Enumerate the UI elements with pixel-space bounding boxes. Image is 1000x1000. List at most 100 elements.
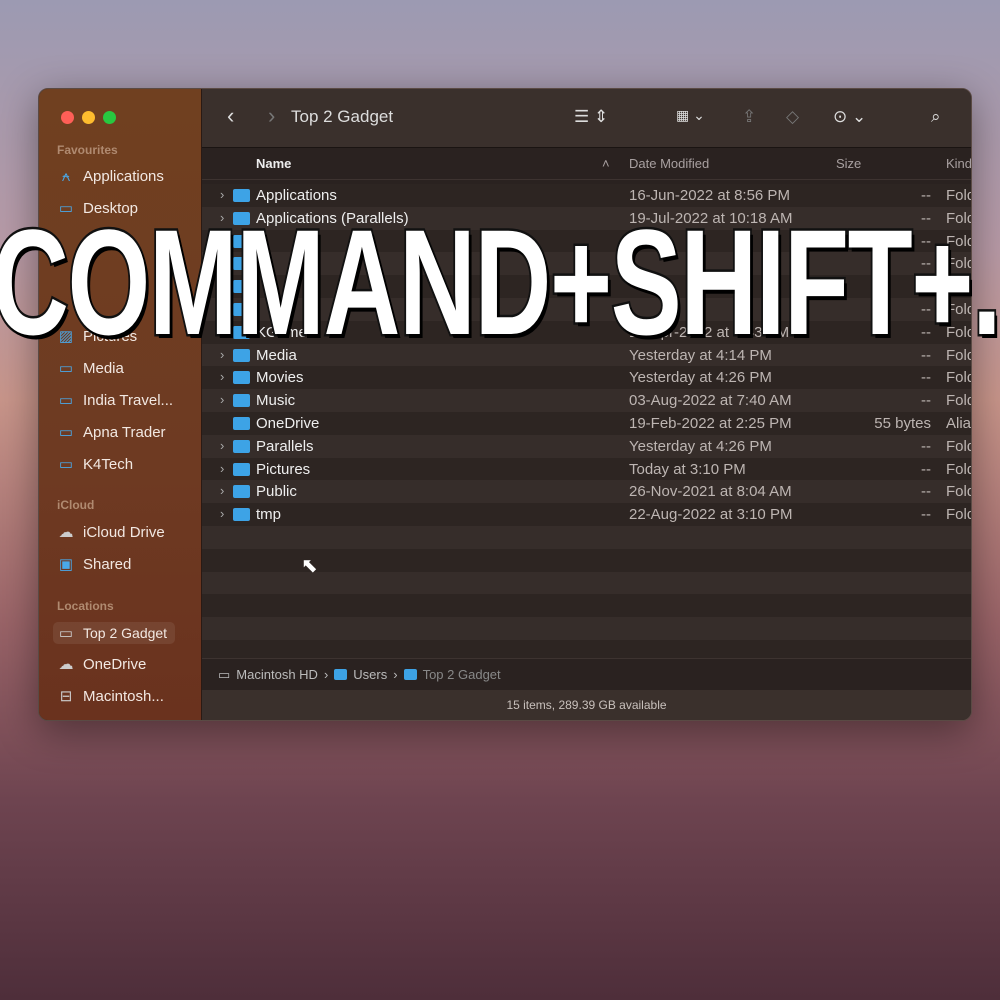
- folder-icon: [233, 462, 250, 476]
- file-size: --: [921, 506, 931, 524]
- sidebar-item[interactable]: ☁ OneDrive: [57, 653, 147, 675]
- file-date: Yesterday at 4:26 PM: [629, 437, 772, 455]
- shared-folder-icon: ▣: [58, 556, 74, 573]
- path-separator: ›: [393, 667, 398, 682]
- overlay-caption: COMMAND+SHIFT+.: [0, 196, 1000, 369]
- disclosure-chevron-icon[interactable]: ›: [220, 461, 224, 476]
- file-name: Parallels: [256, 437, 314, 455]
- forward-button[interactable]: ›: [268, 103, 275, 129]
- search-icon[interactable]: ⌕: [931, 107, 941, 127]
- zoom-button[interactable]: [103, 111, 116, 124]
- file-row[interactable]: › Music 03-Aug-2022 at 7:40 AM -- Folder: [202, 389, 971, 412]
- folder-icon: ▭: [58, 392, 74, 409]
- file-date: 26-Nov-2021 at 8:04 AM: [629, 483, 792, 501]
- file-row[interactable]: › Parallels Yesterday at 4:26 PM -- Folder: [202, 434, 971, 458]
- tag-icon[interactable]: ◇: [786, 107, 799, 127]
- file-date: Yesterday at 4:26 PM: [629, 369, 772, 387]
- path-item[interactable]: Macintosh HD: [236, 667, 318, 682]
- file-row[interactable]: › tmp 22-Aug-2022 at 3:10 PM -- Folder: [202, 503, 971, 526]
- folder-icon: [233, 371, 250, 385]
- close-button[interactable]: [61, 111, 74, 124]
- file-name: Movies: [256, 369, 304, 387]
- more-icon[interactable]: ⊙ ⌄: [833, 107, 866, 127]
- file-size: --: [921, 392, 931, 410]
- content: ‹ › Top 2 Gadget ☰ ⇕ ▦ ⌄ ⇪ ◇ ⊙ ⌄ ⌕ Name …: [202, 89, 971, 720]
- file-kind: Folder: [946, 460, 971, 478]
- file-kind: Alias: [946, 414, 972, 432]
- path-item[interactable]: Top 2 Gadget: [423, 667, 501, 682]
- folder-icon: [233, 439, 250, 453]
- mouse-cursor-icon: ⬉: [301, 555, 318, 577]
- file-date: Today at 3:10 PM: [629, 460, 746, 478]
- minimize-button[interactable]: [82, 111, 95, 124]
- sidebar-item[interactable]: ⍲ Applications: [57, 165, 164, 187]
- file-row[interactable]: › Public 26-Nov-2021 at 8:04 AM -- Folder: [202, 480, 971, 504]
- drive-icon: ▭: [218, 666, 231, 682]
- sidebar-item-label: Apna Trader: [83, 423, 166, 441]
- sidebar-item-label: Applications: [83, 167, 164, 185]
- file-kind: Folder: [946, 392, 971, 410]
- disclosure-chevron-icon[interactable]: ›: [220, 438, 224, 453]
- drive-icon: ⊟: [59, 688, 73, 705]
- window-title: Top 2 Gadget: [291, 107, 394, 126]
- status-bar: 15 items, 289.39 GB available: [202, 690, 971, 720]
- folder-icon: ▭: [58, 424, 74, 441]
- file-kind: Folder: [946, 369, 971, 387]
- file-name: tmp: [256, 506, 282, 524]
- file-name: Pictures: [256, 460, 311, 478]
- toolbar: ‹ › Top 2 Gadget ☰ ⇕ ▦ ⌄ ⇪ ◇ ⊙ ⌄ ⌕: [202, 89, 971, 148]
- path-item[interactable]: Users: [353, 667, 387, 682]
- file-size: --: [921, 460, 931, 478]
- cloud-icon: ☁: [58, 524, 74, 541]
- back-button[interactable]: ‹: [227, 103, 234, 129]
- column-date[interactable]: Date Modified: [629, 156, 709, 171]
- file-row[interactable]: › Pictures Today at 3:10 PM -- Folder: [202, 457, 971, 481]
- empty-row: [202, 594, 971, 618]
- sidebar-item[interactable]: ▭ Apna Trader: [57, 421, 166, 443]
- file-name: Music: [256, 392, 296, 410]
- file-size: --: [921, 483, 931, 501]
- laptop-icon: ▭: [58, 625, 74, 642]
- sidebar-item[interactable]: ▭ Top 2 Gadget: [53, 622, 176, 644]
- file-name: OneDrive: [256, 414, 320, 432]
- sidebar-item[interactable]: ▭ K4Tech: [57, 453, 133, 475]
- share-icon[interactable]: ⇪: [742, 107, 756, 127]
- disclosure-chevron-icon[interactable]: ›: [220, 483, 224, 498]
- column-header: Name ˄ Date Modified Size Kind: [202, 148, 971, 180]
- file-date: 22-Aug-2022 at 3:10 PM: [629, 506, 793, 524]
- file-kind: Folder: [946, 506, 971, 524]
- folder-icon: [334, 669, 348, 680]
- file-size: 55 bytes: [874, 414, 931, 432]
- folder-icon: [403, 669, 417, 680]
- cloud-icon: ☁: [58, 656, 74, 673]
- disclosure-chevron-icon[interactable]: ›: [220, 392, 224, 407]
- file-row[interactable]: OneDrive 19-Feb-2022 at 2:25 PM 55 bytes Al…: [202, 411, 972, 435]
- applications-icon: ⍲: [61, 167, 71, 185]
- sidebar-item-label: iCloud Drive: [83, 523, 165, 541]
- file-row[interactable]: › Movies Yesterday at 4:26 PM -- Folder: [202, 366, 971, 390]
- sort-ascending-icon: ˄: [602, 156, 610, 171]
- column-name[interactable]: Name: [256, 156, 291, 171]
- file-kind: Folder: [946, 483, 971, 501]
- file-size: --: [921, 369, 931, 387]
- sidebar-item[interactable]: ▣ Shared: [57, 553, 131, 575]
- folder-icon: ▭: [58, 456, 74, 473]
- column-kind[interactable]: Kind: [946, 156, 971, 171]
- sidebar-item[interactable]: ☁ iCloud Drive: [57, 521, 165, 543]
- sidebar-item-label: India Travel...: [83, 391, 174, 409]
- file-name: Public: [256, 483, 297, 501]
- disclosure-chevron-icon[interactable]: ›: [220, 506, 224, 521]
- file-date: 19-Feb-2022 at 2:25 PM: [629, 414, 792, 432]
- sidebar-item[interactable]: ▭ India Travel...: [57, 389, 173, 411]
- file-date: 03-Aug-2022 at 7:40 AM: [629, 392, 792, 410]
- path-bar: ▭ Macintosh HD › Users › Top 2 Gadget: [202, 658, 971, 690]
- sidebar: Favourites iCloud Locations ⍲ Application…: [39, 89, 202, 720]
- file-kind: Folder: [946, 437, 971, 455]
- group-icon[interactable]: ▦ ⌄: [676, 107, 705, 124]
- section-icloud: iCloud: [57, 498, 95, 512]
- column-size[interactable]: Size: [836, 156, 861, 171]
- list-view-icon[interactable]: ☰ ⇕: [574, 107, 608, 127]
- file-size: --: [921, 437, 931, 455]
- disclosure-chevron-icon[interactable]: ›: [220, 369, 224, 384]
- sidebar-item[interactable]: ⊟ Macintosh...: [57, 685, 164, 707]
